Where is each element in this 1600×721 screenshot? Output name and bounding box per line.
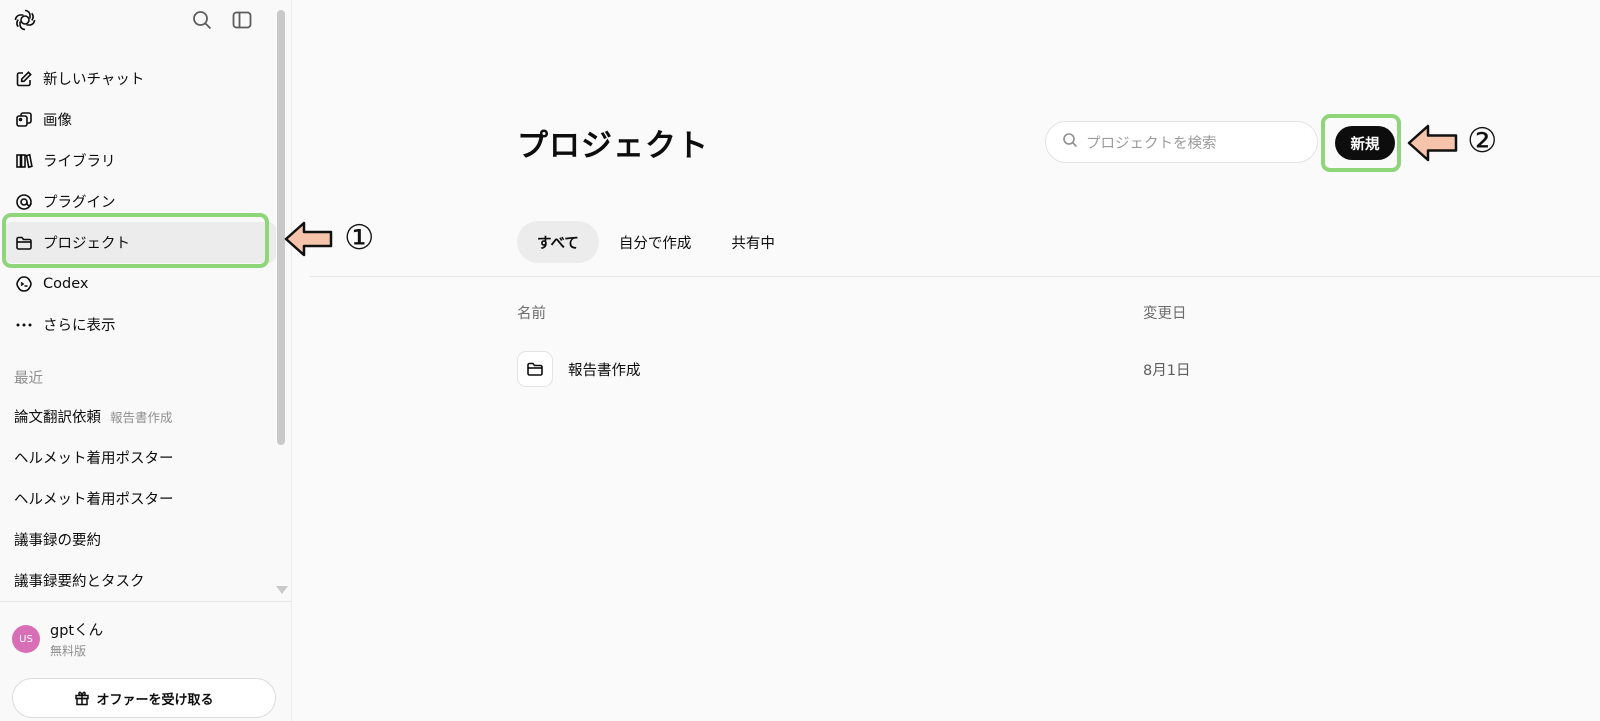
sidebar-item-label: さらに表示 bbox=[43, 318, 116, 334]
more-icon bbox=[14, 315, 34, 335]
sidebar-item-new-chat[interactable]: 新しいチャット bbox=[0, 58, 280, 99]
project-modified-date: 8月1日 bbox=[1143, 362, 1191, 379]
column-header-name[interactable]: 名前 bbox=[517, 302, 546, 323]
recent-item[interactable]: ヘルメット着用ポスター bbox=[0, 437, 280, 478]
project-search-input[interactable]: プロジェクトを検索 bbox=[1045, 121, 1318, 163]
recent-list: 論文翻訳依頼 報告書作成 ヘルメット着用ポスター ヘルメット着用ポスター 議事録… bbox=[0, 396, 280, 601]
column-header-modified[interactable]: 変更日 bbox=[1143, 302, 1187, 323]
tab-all[interactable]: すべて bbox=[517, 221, 599, 263]
user-plan: 無料版 bbox=[50, 644, 87, 658]
sidebar-item-label: 新しいチャット bbox=[43, 72, 145, 88]
sidebar-item-codex[interactable]: Codex bbox=[0, 263, 280, 304]
sidebar-nav: 新しいチャット 画像 ライブラリ プラグイン プロジェクト Codex さらに表… bbox=[0, 58, 280, 345]
search-icon[interactable] bbox=[191, 9, 213, 31]
sidebar-item-images[interactable]: 画像 bbox=[0, 99, 280, 140]
sidebar-header bbox=[0, 0, 280, 40]
plugin-icon bbox=[14, 192, 34, 212]
user-profile[interactable]: US gptくん 無料版 bbox=[12, 619, 103, 659]
sidebar-item-label: 画像 bbox=[43, 113, 72, 129]
left-arrow-icon bbox=[284, 221, 333, 257]
openai-logo-icon[interactable] bbox=[13, 8, 37, 32]
library-icon bbox=[14, 151, 34, 171]
codex-icon bbox=[14, 274, 34, 294]
sidebar-footer: US gptくん 無料版 オファーを受け取る bbox=[0, 601, 292, 721]
folder-icon bbox=[517, 351, 553, 387]
gift-icon bbox=[74, 690, 90, 706]
sidebar-item-label: ライブラリ bbox=[43, 154, 116, 170]
highlight-box-new-button bbox=[1321, 114, 1401, 172]
search-placeholder: プロジェクトを検索 bbox=[1086, 135, 1217, 152]
sidebar-item-more[interactable]: さらに表示 bbox=[0, 304, 280, 345]
step-marker-1: ① bbox=[344, 218, 375, 258]
recent-item[interactable]: 論文翻訳依頼 報告書作成 bbox=[0, 396, 280, 437]
tab-shared[interactable]: 共有中 bbox=[711, 221, 795, 263]
sidebar-item-library[interactable]: ライブラリ bbox=[0, 140, 280, 181]
page-title: プロジェクト bbox=[517, 128, 709, 164]
divider bbox=[310, 276, 1600, 277]
tab-created-by-me[interactable]: 自分で作成 bbox=[599, 221, 712, 263]
recent-item-label: 論文翻訳依頼 bbox=[14, 410, 101, 426]
sidebar-item-label: プラグイン bbox=[43, 195, 116, 211]
recent-item-label: 議事録要約とタスク bbox=[14, 574, 145, 590]
image-icon bbox=[14, 110, 34, 130]
edit-icon bbox=[14, 69, 34, 89]
recent-item[interactable]: 議事録要約とタスク bbox=[0, 560, 280, 601]
project-name: 報告書作成 bbox=[568, 362, 641, 379]
recent-item-label: ヘルメット着用ポスター bbox=[14, 451, 174, 467]
recent-heading: 最近 bbox=[14, 371, 43, 387]
claim-offer-label: オファーを受け取る bbox=[96, 692, 214, 708]
sidebar: 新しいチャット 画像 ライブラリ プラグイン プロジェクト Codex さらに表… bbox=[0, 0, 292, 721]
avatar: US bbox=[12, 625, 40, 653]
table-row[interactable]: 報告書作成 8月1日 bbox=[517, 351, 1517, 387]
claim-offer-button[interactable]: オファーを受け取る bbox=[12, 678, 276, 718]
scroll-down-arrow-icon[interactable] bbox=[276, 586, 288, 594]
highlight-box-projects bbox=[2, 213, 269, 268]
recent-item[interactable]: 議事録の要約 bbox=[0, 519, 280, 560]
main-content: プロジェクト プロジェクトを検索 新規 すべて 自分で作成 共有中 名前 変更日… bbox=[292, 0, 1600, 721]
left-arrow-icon bbox=[1407, 124, 1458, 162]
sidebar-toggle-icon[interactable] bbox=[231, 9, 253, 31]
sidebar-item-label: Codex bbox=[43, 275, 89, 292]
recent-item-project-tag: 報告書作成 bbox=[110, 410, 173, 425]
project-filter-tabs: すべて 自分で作成 共有中 bbox=[517, 221, 795, 263]
step-marker-2: ② bbox=[1467, 121, 1498, 161]
recent-item-label: ヘルメット着用ポスター bbox=[14, 492, 174, 508]
search-icon bbox=[1062, 132, 1078, 152]
app-window: 新しいチャット 画像 ライブラリ プラグイン プロジェクト Codex さらに表… bbox=[0, 0, 1600, 721]
user-name: gptくん bbox=[50, 623, 104, 639]
recent-item[interactable]: ヘルメット着用ポスター bbox=[0, 478, 280, 519]
recent-item-label: 議事録の要約 bbox=[14, 533, 101, 549]
